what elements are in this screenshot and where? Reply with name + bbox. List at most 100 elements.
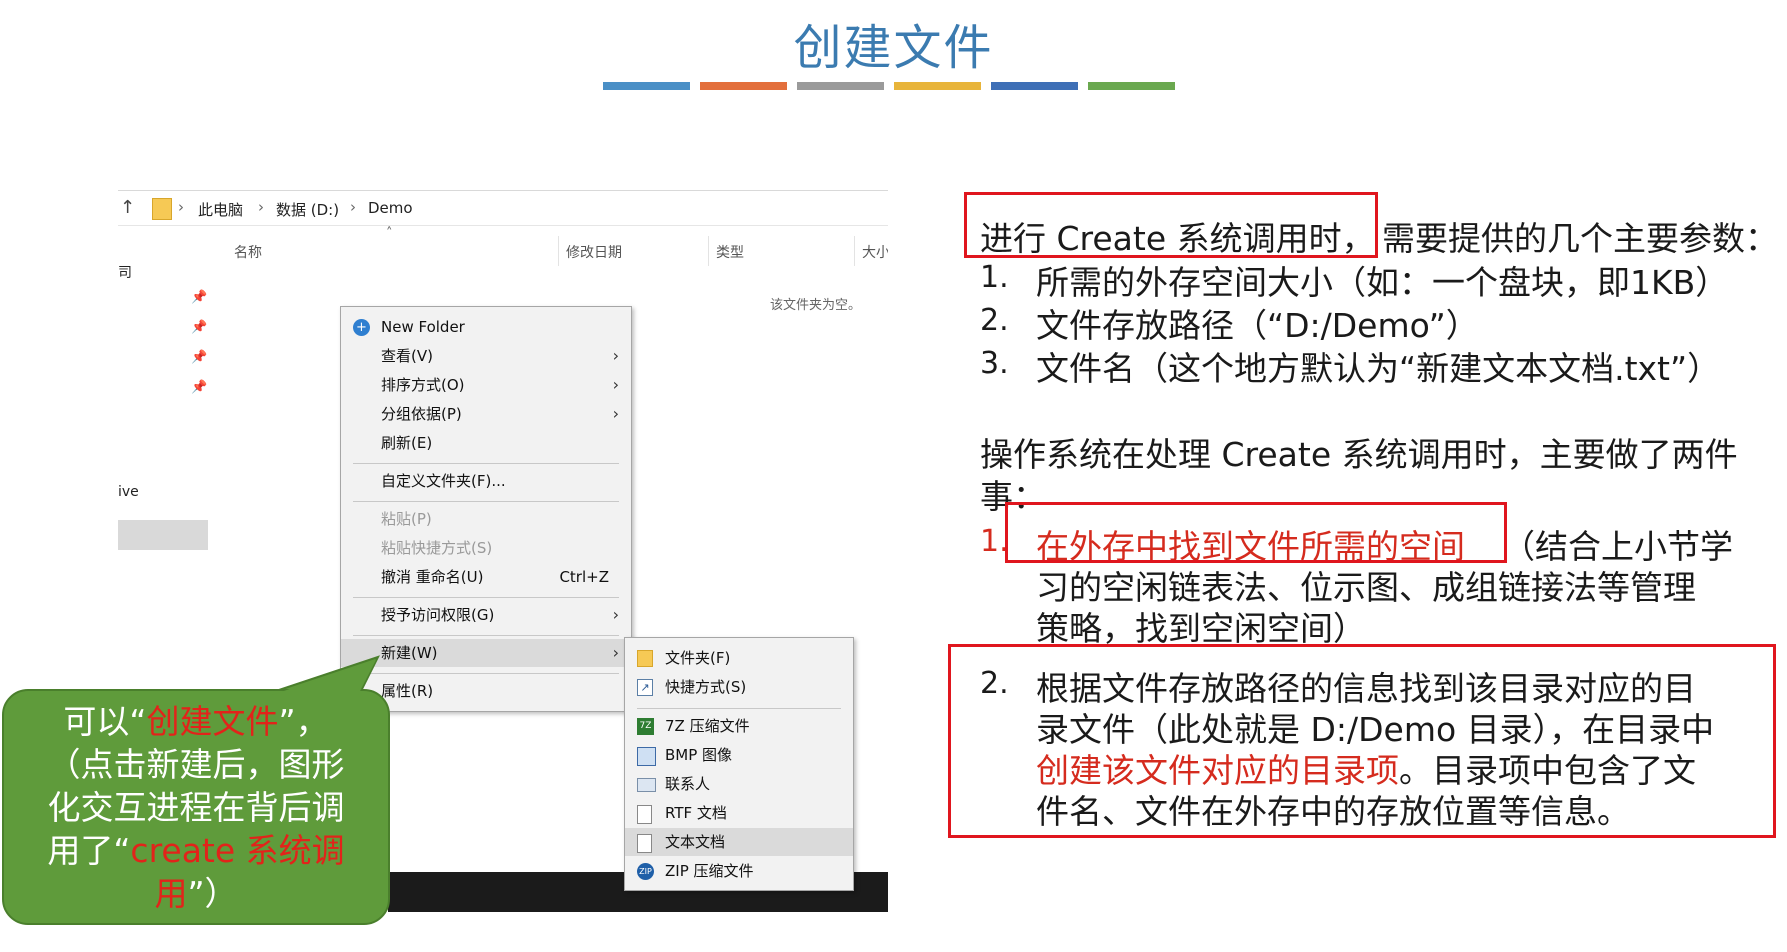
submenu-item-rtf[interactable]: RTF 文档 (625, 799, 853, 827)
pin-icon: 📌 (191, 320, 208, 335)
title-bar-2 (700, 82, 787, 90)
menu-item-label: New Folder (381, 318, 465, 336)
submenu-item-label: RTF 文档 (665, 804, 727, 822)
menu-item-new-folder[interactable]: + New Folder (341, 313, 631, 341)
param-item: 文件存放路径（“D:/Demo”） (1036, 306, 1479, 345)
submenu-item-label: 文本文档 (665, 833, 726, 851)
chevron-right-icon: › (612, 404, 619, 423)
submenu-item-bmp[interactable]: BMP 图像 (625, 741, 853, 769)
callout-line: 用了“create 系统调 (16, 829, 376, 872)
chevron-right-icon: › (178, 198, 184, 216)
title-bar-4 (894, 82, 981, 90)
zip-archive-icon: ZIP (637, 863, 654, 880)
nav-pane-item[interactable]: 司 (118, 262, 132, 282)
submenu-item-label: 7Z 压缩文件 (665, 717, 750, 735)
param-item: 所需的外存空间大小（如：一个盘块，即1KB） (1036, 263, 1729, 302)
menu-item-give-access[interactable]: 授予访问权限(G) › (341, 601, 631, 629)
submenu-item-7z[interactable]: 7Z 7Z 压缩文件 (625, 712, 853, 740)
menu-item-label: 粘贴快捷方式(S) (381, 539, 493, 557)
submenu-item-shortcut[interactable]: ↗ 快捷方式(S) (625, 673, 853, 701)
menu-item-new[interactable]: 新建(W) › (341, 639, 631, 667)
slide-title: 创建文件 (793, 20, 994, 76)
callout-text-segment: ”） (187, 874, 238, 913)
menu-item-label: 刷新(E) (381, 434, 433, 452)
column-divider (558, 236, 559, 266)
menu-item-label: 粘贴(P) (381, 510, 432, 528)
callout-text-segment: ”， (278, 702, 329, 741)
menu-item-label: 新建(W) (381, 644, 438, 662)
title-bar-3 (797, 82, 884, 90)
menu-separator (353, 463, 619, 464)
empty-folder-message: 该文件夹为空。 (770, 298, 862, 313)
callout-line: 化交互进程在背后调 (47, 788, 345, 827)
param-number: 3. (980, 346, 1009, 381)
menu-separator (353, 635, 619, 636)
highlight-box-create-call (964, 192, 1378, 258)
callout-highlight: 用 (154, 874, 188, 913)
pin-icon: 📌 (191, 350, 208, 365)
breadcrumb-drive[interactable]: 数据 (D:) (276, 199, 339, 220)
up-arrow-icon[interactable]: ↑ (120, 197, 135, 218)
menu-item-group-by[interactable]: 分组依据(P) › (341, 400, 631, 428)
chevron-right-icon: › (612, 605, 619, 624)
folder-icon (152, 198, 172, 220)
menu-separator (353, 673, 619, 674)
nav-pane-item[interactable]: ive (118, 484, 139, 500)
column-header-size[interactable]: 大小 (862, 242, 888, 262)
column-header-modified[interactable]: 修改日期 (566, 242, 622, 262)
menu-item-paste-shortcut[interactable]: 粘贴快捷方式(S) (341, 534, 631, 562)
param-number: 1. (980, 260, 1009, 295)
callout-text-segment: 用了“ (47, 831, 131, 870)
breadcrumb-this-pc[interactable]: 此电脑 (198, 199, 243, 220)
menu-item-sort-by[interactable]: 排序方式(O) › (341, 371, 631, 399)
pin-icon: 📌 (191, 380, 208, 395)
menu-item-label: 属性(R) (381, 682, 434, 700)
menu-item-view[interactable]: 查看(V) › (341, 342, 631, 370)
step-number: 2. (980, 666, 1009, 701)
bmp-image-icon (637, 747, 656, 766)
menu-item-label: 授予访问权限(G) (381, 606, 495, 624)
menu-item-paste[interactable]: 粘贴(P) (341, 505, 631, 533)
title-bar-5 (991, 82, 1078, 90)
title-bar-6 (1088, 82, 1175, 90)
column-header-type[interactable]: 类型 (716, 242, 744, 262)
shortcut-icon: ↗ (637, 679, 653, 696)
new-submenu: 文件夹(F) ↗ 快捷方式(S) 7Z 7Z 压缩文件 BMP 图像 联系人 R… (624, 637, 854, 891)
column-divider (854, 236, 855, 266)
menu-item-undo-rename[interactable]: 撤消 重命名(U) Ctrl+Z (341, 563, 631, 591)
menu-item-refresh[interactable]: 刷新(E) (341, 429, 631, 457)
submenu-item-zip[interactable]: ZIP ZIP 压缩文件 (625, 857, 853, 885)
chevron-right-icon: › (612, 375, 619, 394)
text-document-icon (637, 834, 652, 853)
submenu-item-label: BMP 图像 (665, 746, 733, 764)
pin-icon: 📌 (191, 290, 208, 305)
menu-separator (353, 597, 619, 598)
chevron-right-icon: › (350, 198, 356, 216)
chevron-right-icon: › (612, 643, 619, 662)
menu-item-label: 查看(V) (381, 347, 433, 365)
chevron-right-icon: › (612, 346, 619, 365)
callout-line: （点击新建后，图形 (47, 745, 345, 784)
highlight-box-find-space (1005, 502, 1507, 563)
nav-pane-selected-item[interactable] (118, 520, 208, 550)
submenu-item-label: ZIP 压缩文件 (665, 862, 754, 880)
menu-separator (637, 708, 841, 709)
7z-archive-icon: 7Z (637, 718, 654, 735)
callout-line: 用”） (16, 872, 376, 915)
rtf-document-icon (637, 805, 652, 824)
breadcrumb-demo[interactable]: Demo (368, 199, 413, 217)
callout-line: 可以“创建文件”， (16, 700, 376, 743)
column-divider (708, 236, 709, 266)
submenu-item-label: 文件夹(F) (665, 649, 731, 667)
submenu-item-contact[interactable]: 联系人 (625, 770, 853, 798)
submenu-item-folder[interactable]: 文件夹(F) (625, 644, 853, 672)
address-bar[interactable]: ↑ › 此电脑 › 数据 (D:) › Demo (118, 190, 888, 226)
params-intro-rest: 需要提供的几个主要参数： (1382, 219, 1778, 258)
chevron-right-icon: › (258, 198, 264, 216)
submenu-item-text-document[interactable]: 文本文档 (625, 828, 853, 856)
menu-item-customize-folder[interactable]: 自定义文件夹(F)... (341, 467, 631, 495)
column-header-name[interactable]: 名称 (234, 242, 262, 262)
process-intro-line1: 操作系统在处理 Create 系统调用时，主要做了两件 (980, 435, 1738, 474)
step2-text-line4: 件名、文件在外存中的存放位置等信息。 (1036, 792, 1630, 831)
submenu-item-label: 快捷方式(S) (665, 678, 747, 696)
